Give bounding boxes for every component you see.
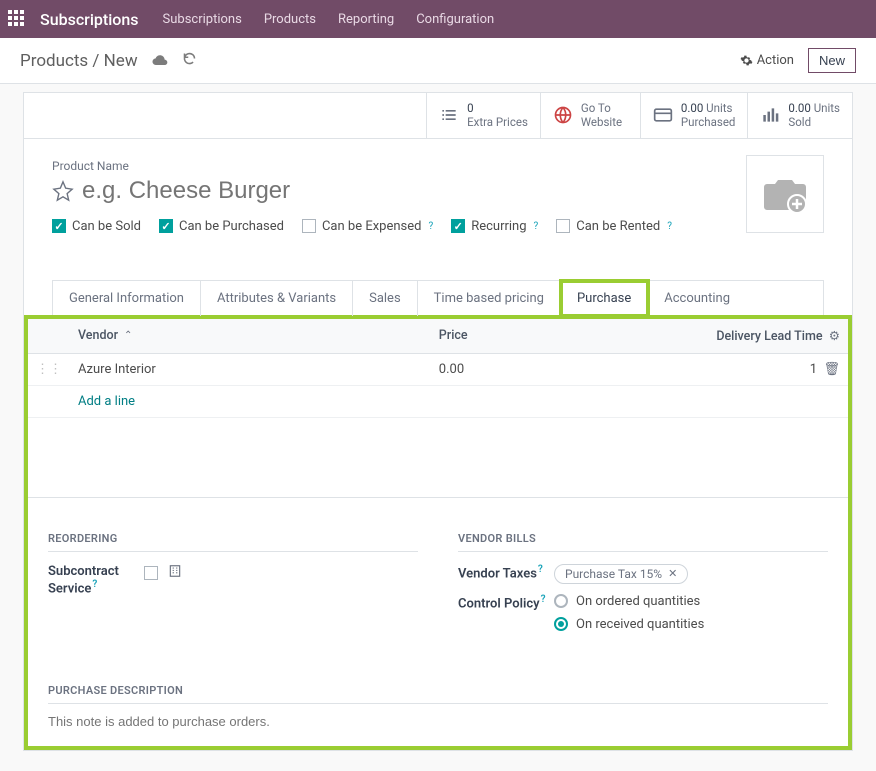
drag-handle-icon[interactable]: ⋮⋮ [28, 353, 70, 385]
breadcrumb: Products / New [20, 51, 138, 71]
cell-price[interactable]: 0.00 [431, 353, 532, 385]
stat-purchased[interactable]: 0.00 UnitsPurchased [640, 93, 748, 138]
discard-undo-icon[interactable] [182, 51, 197, 70]
tab-purchase[interactable]: Purchase [561, 281, 648, 316]
chevron-up-icon: ⌃ [124, 330, 132, 341]
product-image-upload[interactable] [746, 155, 824, 233]
col-vendor[interactable]: Vendor ⌃ [78, 328, 132, 343]
checkbox-can-be-rented[interactable]: Can be Rented? [556, 219, 672, 234]
section-reordering: REORDERING Subcontract Service? [48, 532, 418, 650]
gear-icon [740, 54, 753, 67]
credit-card-icon [653, 105, 673, 125]
building-icon[interactable] [168, 564, 182, 582]
section-purchase-description: PURCHASE DESCRIPTION [28, 650, 848, 730]
vendor-table: Vendor ⌃ Price Delivery Lead Time ⚙ ⋮⋮ A… [28, 319, 848, 498]
tab-accounting[interactable]: Accounting [648, 281, 746, 316]
apps-grid-icon[interactable] [8, 10, 26, 28]
tab-general-information[interactable]: General Information [53, 281, 201, 316]
nav-item-reporting[interactable]: Reporting [338, 12, 394, 27]
stat-bar: 0Extra Prices Go ToWebsite 0.00 UnitsPur… [24, 93, 852, 139]
nav-item-products[interactable]: Products [264, 12, 316, 27]
list-icon [439, 105, 459, 125]
stat-extra-prices[interactable]: 0Extra Prices [426, 93, 540, 138]
vendor-tax-tag[interactable]: Purchase Tax 15%✕ [554, 564, 688, 584]
bars-icon [760, 105, 780, 125]
subcontract-checkbox[interactable] [144, 566, 158, 580]
cell-lead-time[interactable]: 1 [810, 362, 817, 377]
add-a-line-button[interactable]: Add a line [78, 394, 135, 409]
section-vendor-bills: VENDOR BILLS Vendor Taxes? Purchase Tax … [458, 532, 828, 650]
favorite-star-icon[interactable] [52, 180, 74, 202]
action-menu-button[interactable]: Action [740, 53, 794, 68]
save-cloud-icon[interactable] [152, 52, 168, 70]
tab-pane-purchase: Vendor ⌃ Price Delivery Lead Time ⚙ ⋮⋮ A… [24, 315, 852, 750]
breadcrumb-root[interactable]: Products [20, 51, 88, 71]
help-icon[interactable]: ? [541, 594, 546, 605]
radio-on-received-quantities[interactable]: On received quantities [554, 617, 704, 632]
tag-remove-icon[interactable]: ✕ [668, 567, 677, 580]
camera-plus-icon [761, 174, 809, 214]
form-sheet: 0Extra Prices Go ToWebsite 0.00 UnitsPur… [23, 92, 853, 751]
nav-item-configuration[interactable]: Configuration [416, 12, 494, 27]
new-button[interactable]: New [808, 48, 856, 73]
table-row[interactable]: ⋮⋮ Azure Interior 0.00 1 🗑 [28, 353, 848, 385]
form-tabs: General Information Attributes & Variant… [52, 280, 824, 316]
tab-attributes-variants[interactable]: Attributes & Variants [201, 281, 353, 316]
col-delivery-lead-time[interactable]: Delivery Lead Time [716, 329, 822, 344]
purchase-description-input[interactable] [48, 714, 828, 729]
radio-on-ordered-quantities[interactable]: On ordered quantities [554, 594, 704, 609]
help-icon[interactable]: ? [538, 564, 543, 575]
product-name-input[interactable] [82, 177, 824, 205]
toolbar: Products / New Action New [0, 38, 876, 84]
cell-vendor[interactable]: Azure Interior [70, 353, 431, 385]
help-icon[interactable]: ? [428, 221, 433, 232]
top-navbar: Subscriptions Subscriptions Products Rep… [0, 0, 876, 38]
trash-icon[interactable]: 🗑 [823, 362, 840, 377]
checkbox-can-be-sold[interactable]: Can be Sold [52, 219, 141, 234]
help-icon[interactable]: ? [92, 579, 97, 590]
product-name-label: Product Name [52, 159, 824, 173]
breadcrumb-current: New [104, 51, 138, 71]
columns-options-icon[interactable]: ⚙ [829, 329, 840, 344]
stat-go-to-website[interactable]: Go ToWebsite [540, 93, 640, 138]
checkbox-can-be-purchased[interactable]: Can be Purchased [159, 219, 284, 234]
nav-item-subscriptions[interactable]: Subscriptions [163, 12, 242, 27]
tab-sales[interactable]: Sales [353, 281, 418, 316]
globe-icon [553, 105, 573, 125]
tab-time-based-pricing[interactable]: Time based pricing [418, 281, 561, 316]
help-icon[interactable]: ? [667, 221, 672, 232]
app-brand[interactable]: Subscriptions [40, 10, 139, 29]
help-icon[interactable]: ? [534, 221, 539, 232]
checkbox-recurring[interactable]: Recurring? [451, 219, 538, 234]
stat-sold[interactable]: 0.00 UnitsSold [747, 93, 852, 138]
col-price[interactable]: Price [431, 319, 532, 354]
checkbox-can-be-expensed[interactable]: Can be Expensed? [302, 219, 433, 234]
